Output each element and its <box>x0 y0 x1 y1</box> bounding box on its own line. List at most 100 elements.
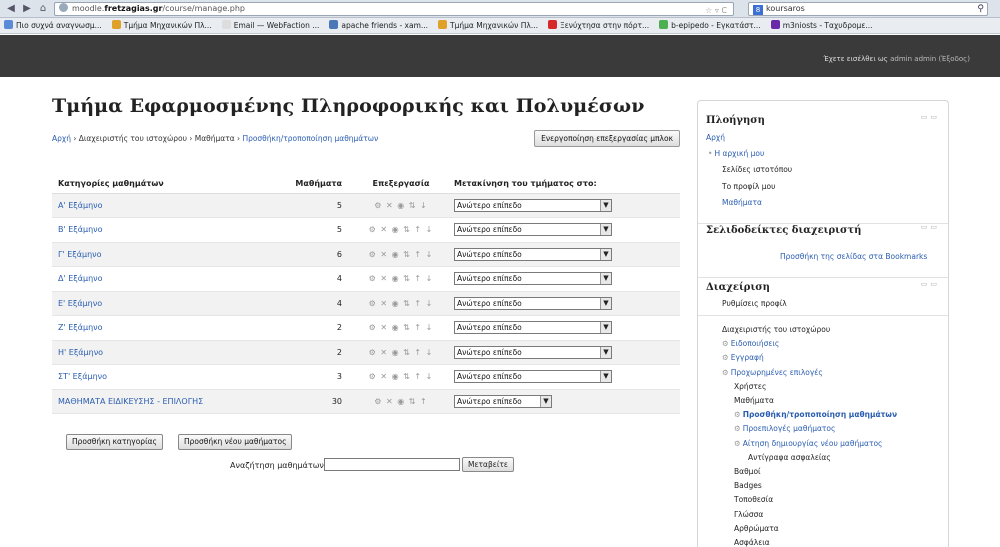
admin-menu-item[interactable]: Μαθήματα <box>734 396 774 405</box>
bookmark-item[interactable]: Ξενύχτησα στην πόρτ... <box>548 18 649 33</box>
bookmark-item[interactable]: m3niosts - Ταχυδρομε... <box>770 18 873 33</box>
browser-search-field[interactable]: 8 koursaros ⚲ <box>748 2 988 16</box>
logout-link[interactable]: (Έξοδος) <box>938 55 970 63</box>
nav-my-profile[interactable]: Το προφίλ μου <box>722 182 775 191</box>
admin-menu-label: Αρθρώματα <box>734 523 779 533</box>
edit-actions-icons[interactable]: ⚙ ✕ ◉ ⇅ ↑ ↓ <box>348 364 448 390</box>
edit-actions-icons[interactable]: ⚙ ✕ ◉ ⇅ ↑ ↓ <box>348 266 448 292</box>
add-category-button[interactable]: Προσθήκη κατηγορίας <box>66 434 163 450</box>
add-course-button[interactable]: Προσθήκη νέου μαθήματος <box>178 434 293 450</box>
bookmark-favicon-icon <box>438 20 448 29</box>
admin-block-title: Διαχείριση <box>706 282 770 293</box>
bookmark-favicon-icon <box>329 20 339 29</box>
move-select[interactable]: Ανώτερο επίπεδο ▼ <box>454 198 612 212</box>
admin-menu-item[interactable]: Χρήστες <box>734 382 766 391</box>
admin-menu-item[interactable]: Βαθμοί <box>734 467 761 476</box>
nav-home[interactable]: Αρχή <box>706 133 725 142</box>
bookmark-item[interactable]: Τμήμα Μηχανικών Πλ... <box>111 18 212 33</box>
nav-site-pages[interactable]: Σελίδες ιστοτόπου <box>722 165 792 174</box>
category-link[interactable]: Α' Εξάμηνο <box>52 193 232 218</box>
bookmarks-bar: Πιο συχνά αναγνωσμ... Τμήμα Μηχανικών Πλ.… <box>0 18 1000 34</box>
move-select-value: Ανώτερο επίπεδο <box>457 347 522 357</box>
category-link[interactable]: ΣΤ' Εξάμηνο <box>52 364 232 390</box>
category-link[interactable]: Η' Εξάμηνο <box>52 340 232 365</box>
breadcrumb-item[interactable]: Προσθήκη/τροποποίηση μαθημάτων <box>242 134 378 143</box>
move-select[interactable]: Ανώτερο επίπεδο ▼ <box>454 321 612 335</box>
back-icon[interactable]: ◀ <box>4 2 18 16</box>
block-controls-icon[interactable]: ▭▭ <box>921 223 940 231</box>
admin-menu-label: Badges <box>734 481 762 491</box>
breadcrumb-separator: › <box>70 134 79 143</box>
category-link[interactable]: Δ' Εξάμηνο <box>52 266 232 292</box>
url-bar-controls[interactable]: ☆ ▿ C <box>705 5 727 17</box>
block-controls-icon[interactable]: ▭▭ <box>921 280 940 288</box>
move-select[interactable]: Ανώτερο επίπεδο ▼ <box>454 394 552 408</box>
admin-menu-item[interactable]: Ασφάλεια <box>734 538 770 547</box>
edit-actions-icons[interactable]: ⚙ ✕ ◉ ⇅ ↑ ↓ <box>348 340 448 365</box>
bookmark-item[interactable]: apache friends - xam... <box>329 18 429 33</box>
admin-menu-item[interactable]: Αντίγραφα ασφαλείας <box>748 453 831 462</box>
move-select[interactable]: Ανώτερο επίπεδο ▼ <box>454 247 612 261</box>
move-select[interactable]: Ανώτερο επίπεδο ▼ <box>454 223 612 237</box>
bookmark-item[interactable]: b-epipedo - Εγκατάστ... <box>659 18 761 33</box>
admin-menu-item[interactable]: ⚙ Προχωρημένες επιλογές <box>722 368 823 377</box>
bookmark-item[interactable]: Email — WebFaction ... <box>221 18 319 33</box>
search-courses-input[interactable] <box>324 458 460 471</box>
category-link[interactable]: Ε' Εξάμηνο <box>52 291 232 316</box>
admin-menu-item[interactable]: Γλώσσα <box>734 510 763 519</box>
admin-menu-item[interactable]: ⚙ Προσθήκη/τροποποίηση μαθημάτων <box>734 410 897 419</box>
block-edit-button[interactable]: Ενεργοποίηση επεξεργασίας μπλοκ <box>534 130 680 147</box>
admin-menu-item[interactable]: Αρθρώματα <box>734 524 779 533</box>
table-row: Ε' Εξάμηνο 4 ⚙ ✕ ◉ ⇅ ↑ ↓ Ανώτερο επίπεδο ▼ <box>52 291 680 316</box>
nav-courses[interactable]: Μαθήματα <box>722 198 762 207</box>
admin-menu-item[interactable]: Τοποθεσία <box>734 495 773 504</box>
admin-profile-settings[interactable]: Ρυθμίσεις προφίλ <box>722 299 787 308</box>
forward-icon[interactable]: ▶ <box>20 2 34 16</box>
edit-actions-icons[interactable]: ⚙ ✕ ◉ ⇅ ↑ ↓ <box>348 217 448 243</box>
nav-my-home[interactable]: • Η αρχική μου <box>708 149 764 158</box>
bookmark-label: apache friends - xam... <box>341 21 429 30</box>
admin-menu-label: Προσθήκη/τροποποίηση μαθημάτων <box>742 410 898 420</box>
category-link[interactable]: Β' Εξάμηνο <box>52 217 232 243</box>
move-select[interactable]: Ανώτερο επίπεδο ▼ <box>454 345 612 359</box>
move-select[interactable]: Ανώτερο επίπεδο ▼ <box>454 296 612 310</box>
edit-actions-icons[interactable]: ⚙ ✕ ◉ ⇅ ↑ ↓ <box>348 242 448 267</box>
magnifier-icon[interactable]: ⚲ <box>977 3 984 15</box>
admin-menu-item[interactable]: Διαχειριστής του ιστοχώρου <box>722 325 830 334</box>
bookmark-item[interactable]: Πιο συχνά αναγνωσμ... <box>4 18 102 33</box>
edit-actions-icons[interactable]: ⚙ ✕ ◉ ⇅ ↑ ↓ <box>348 315 448 341</box>
category-link[interactable]: ΜΑΘΗΜΑΤΑ ΕΙΔΙΚΕΥΣΗΣ - ΕΠΙΛΟΓΗΣ <box>52 389 232 414</box>
admin-menu-label: Προεπιλογές μαθήματος <box>742 424 836 434</box>
block-controls-icon[interactable]: ▭▭ <box>921 113 940 121</box>
chevron-down-icon: ▼ <box>600 199 611 211</box>
admin-menu-label: Αντίγραφα ασφαλείας <box>748 452 831 462</box>
admin-menu-label: Βαθμοί <box>734 467 761 476</box>
block-divider <box>698 223 948 224</box>
breadcrumb-item: Διαχειριστής του ιστοχώρου <box>78 134 187 143</box>
course-count: 4 <box>232 291 348 316</box>
edit-actions-icons[interactable]: ⚙ ✕ ◉ ⇅ ↓ <box>348 193 448 218</box>
category-link[interactable]: Γ' Εξάμηνο <box>52 242 232 267</box>
login-prefix: Έχετε εισέλθει ως <box>823 55 888 63</box>
move-select[interactable]: Ανώτερο επίπεδο ▼ <box>454 272 612 286</box>
admin-menu-item[interactable]: ⚙ Προεπιλογές μαθήματος <box>734 424 835 433</box>
category-link[interactable]: Ζ' Εξάμηνο <box>52 315 232 341</box>
admin-menu-item[interactable]: ⚙ Εγγραφή <box>722 353 764 362</box>
address-bar[interactable]: moodle.fretzagias.gr/course/manage.php ☆… <box>54 2 734 16</box>
add-bookmark-link[interactable]: Προσθήκη της σελίδας στα Bookmarks <box>780 252 927 261</box>
admin-menu-item[interactable]: ⚙ Ειδοποιήσεις <box>722 339 779 348</box>
breadcrumb-item[interactable]: Αρχή <box>52 134 71 143</box>
move-select-value: Ανώτερο επίπεδο <box>457 225 522 235</box>
home-icon[interactable]: ⌂ <box>36 2 50 16</box>
admin-menu-item[interactable]: Badges <box>734 481 762 490</box>
search-go-button[interactable]: Μεταβείτε <box>462 457 514 472</box>
user-link[interactable]: admin admin <box>890 55 936 63</box>
table-row: Β' Εξάμηνο 5 ⚙ ✕ ◉ ⇅ ↑ ↓ Ανώτερο επίπεδο ▼ <box>52 217 680 243</box>
move-select[interactable]: Ανώτερο επίπεδο ▼ <box>454 370 612 384</box>
admin-menu-item[interactable]: ⚙ Αίτηση δημιουργίας νέου μαθήματος <box>734 439 882 448</box>
bookmark-item[interactable]: Τμήμα Μηχανικών Πλ... <box>438 18 538 33</box>
table-row: Α' Εξάμηνο 5 ⚙ ✕ ◉ ⇅ ↓ Ανώτερο επίπεδο ▼ <box>52 193 680 218</box>
bookmark-favicon-icon <box>111 20 121 29</box>
edit-actions-icons[interactable]: ⚙ ✕ ◉ ⇅ ↑ ↓ <box>348 291 448 316</box>
edit-actions-icons[interactable]: ⚙ ✕ ◉ ⇅ ↑ <box>348 389 448 414</box>
